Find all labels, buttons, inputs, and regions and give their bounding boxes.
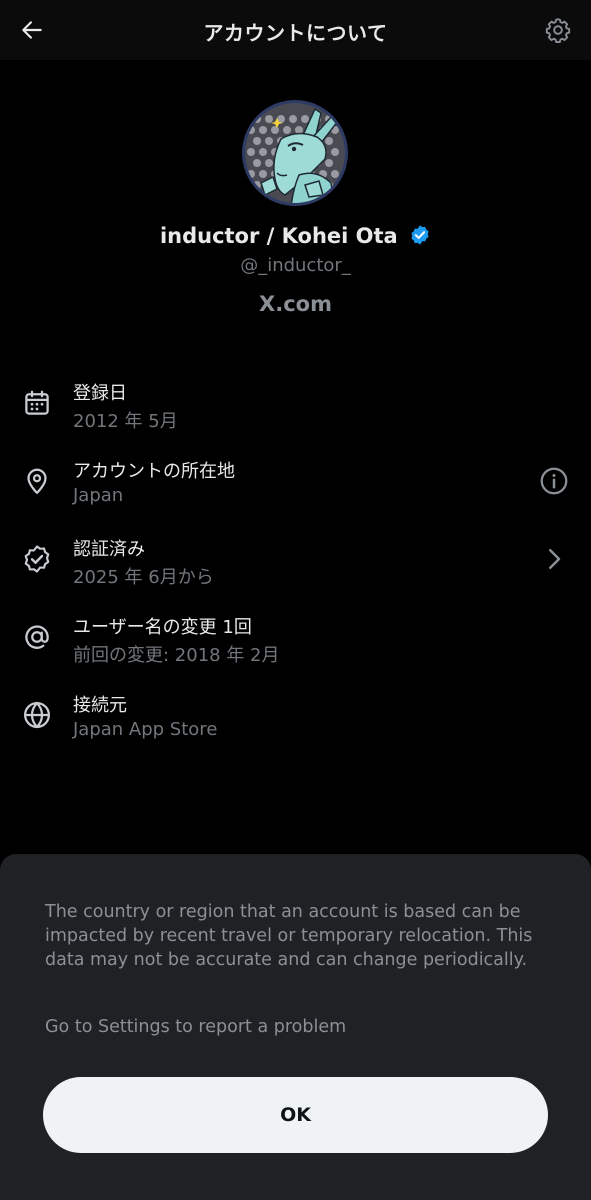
verified-badge-icon bbox=[411, 225, 429, 245]
display-name-row: inductor / Kohei Ota bbox=[0, 224, 591, 248]
row-subtitle: 2012 年 5月 bbox=[73, 411, 178, 432]
row-title: ユーザー名の変更 1回 bbox=[73, 617, 252, 638]
brand-label: X.com bbox=[259, 292, 332, 316]
user-handle: @_inductor_ bbox=[240, 255, 351, 276]
globe-icon bbox=[24, 701, 50, 729]
verified-badge-icon bbox=[24, 545, 50, 573]
row-username-changes: ユーザー名の変更 1回 前回の変更: 2018 年 2月 bbox=[0, 607, 591, 669]
gear-icon bbox=[545, 18, 571, 43]
top-bar: アカウントについて bbox=[0, 0, 591, 60]
calendar-icon bbox=[25, 390, 49, 415]
display-name: inductor / Kohei Ota bbox=[159, 224, 398, 248]
settings-button[interactable] bbox=[539, 11, 577, 49]
row-title: 接続元 bbox=[73, 695, 127, 716]
row-title: 登録日 bbox=[73, 383, 127, 404]
row-title: アカウントの所在地 bbox=[73, 461, 235, 482]
ok-button[interactable]: OK bbox=[43, 1077, 548, 1153]
report-problem-link[interactable]: Go to Settings to report a problem bbox=[45, 1017, 346, 1037]
donkey-avatar bbox=[242, 100, 348, 206]
row-account-location: アカウントの所在地 Japan bbox=[0, 451, 591, 513]
row-subtitle: 2025 年 6月から bbox=[73, 567, 214, 588]
row-title: 認証済み bbox=[73, 539, 145, 560]
chevron-right-icon[interactable] bbox=[539, 544, 569, 574]
info-icon[interactable] bbox=[539, 466, 569, 496]
row-connected-via: 接続元 Japan App Store bbox=[0, 685, 591, 747]
location-pin-icon bbox=[27, 468, 47, 494]
info-bottom-sheet: The country or region that an account is… bbox=[0, 854, 591, 1200]
avatar[interactable] bbox=[241, 99, 349, 207]
row-joined-date: 登録日 2012 年 5月 bbox=[0, 373, 591, 435]
row-verified[interactable]: 認証済み 2025 年 6月から bbox=[0, 529, 591, 591]
at-sign-icon bbox=[25, 625, 49, 649]
row-subtitle: Japan App Store bbox=[73, 719, 218, 740]
row-subtitle: 前回の変更: 2018 年 2月 bbox=[73, 645, 280, 666]
sheet-message: The country or region that an account is… bbox=[45, 902, 533, 970]
row-subtitle: Japan bbox=[73, 485, 124, 506]
page-title: アカウントについて bbox=[203, 21, 388, 45]
